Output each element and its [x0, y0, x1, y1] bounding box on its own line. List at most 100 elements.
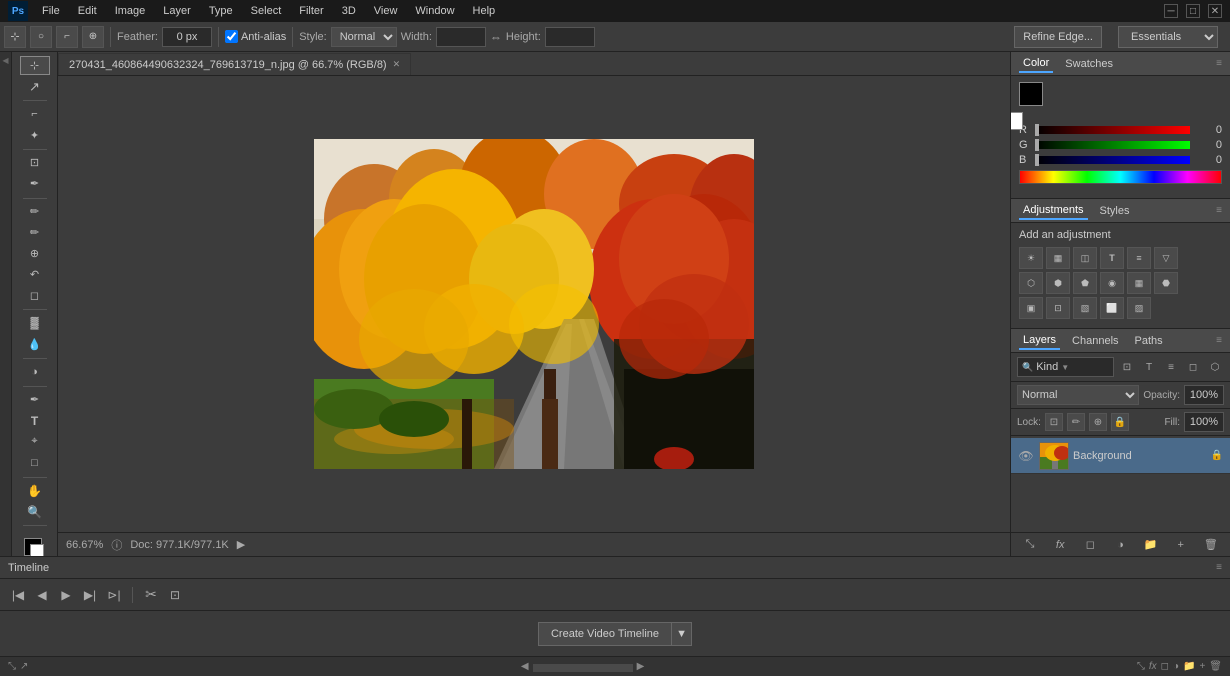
tool-eraser[interactable]: ◻: [20, 286, 50, 305]
tab-color[interactable]: Color: [1019, 55, 1053, 73]
minimize-button[interactable]: ─: [1164, 4, 1178, 18]
foreground-background-colors[interactable]: [20, 534, 50, 552]
menu-window[interactable]: Window: [407, 3, 462, 19]
canvas-wrapper[interactable]: [58, 76, 1010, 532]
panel-collapse[interactable]: ◀: [0, 52, 12, 556]
green-slider[interactable]: [1035, 141, 1190, 149]
bottom-scroll-left[interactable]: ◀: [521, 661, 529, 672]
tool-magic-wand[interactable]: ✦: [20, 126, 50, 145]
tool-marquee[interactable]: ⊹: [20, 56, 50, 75]
adj-color-balance[interactable]: ⬡: [1019, 272, 1043, 294]
tool-dodge[interactable]: ◑: [20, 363, 50, 382]
timeline-play[interactable]: ▶: [56, 585, 76, 605]
adj-vibrance[interactable]: ≡: [1127, 247, 1151, 269]
panel-folder-icon[interactable]: 📁: [1183, 661, 1195, 672]
layer-visibility-toggle[interactable]: 👁: [1017, 447, 1035, 465]
tab-channels[interactable]: Channels: [1068, 333, 1122, 349]
anti-alias-checkbox[interactable]: Anti-alias: [225, 30, 286, 43]
color-spectrum[interactable]: [1019, 170, 1222, 184]
adj-gradient-map[interactable]: ▧: [1073, 297, 1097, 319]
tab-layers[interactable]: Layers: [1019, 332, 1060, 350]
fill-input[interactable]: [1184, 412, 1224, 432]
panel-fx-icon[interactable]: fx: [1149, 661, 1157, 672]
layer-filter-smart[interactable]: ⬡: [1206, 358, 1224, 376]
menu-edit[interactable]: Edit: [70, 3, 105, 19]
adj-hue[interactable]: ▽: [1154, 247, 1178, 269]
tab-paths[interactable]: Paths: [1131, 333, 1167, 349]
adj-shadows[interactable]: ▨: [1127, 297, 1151, 319]
layer-adjustment-button[interactable]: ◑: [1111, 536, 1129, 554]
bottom-scroll-right[interactable]: ▶: [637, 661, 645, 672]
tab-styles[interactable]: Styles: [1096, 203, 1134, 219]
menu-select[interactable]: Select: [243, 3, 290, 19]
refine-edge-button[interactable]: Refine Edge...: [1014, 26, 1102, 48]
layer-link-button[interactable]: ⤡: [1021, 536, 1039, 554]
fore-back-swatches[interactable]: [1019, 82, 1059, 118]
layer-fx-button[interactable]: fx: [1051, 536, 1069, 554]
lock-transparent[interactable]: ⊡: [1045, 413, 1063, 431]
foreground-swatch[interactable]: [1019, 82, 1043, 106]
timeline-options[interactable]: ≡: [1216, 562, 1222, 573]
menu-3d[interactable]: 3D: [334, 3, 364, 19]
layer-filter-type[interactable]: ≡: [1162, 358, 1180, 376]
tool-hand[interactable]: ✋: [20, 481, 50, 500]
adj-bw[interactable]: ⬢: [1046, 272, 1070, 294]
layers-panel-options[interactable]: ≡: [1216, 335, 1222, 346]
timeline-prev[interactable]: ◀: [32, 585, 52, 605]
zoom-info-icon[interactable]: ⓘ: [111, 537, 122, 553]
tool-blur[interactable]: 💧: [20, 335, 50, 354]
adj-panel-options[interactable]: ≡: [1216, 205, 1222, 216]
tool-brush[interactable]: ✏: [20, 223, 50, 242]
create-video-timeline-arrow[interactable]: ▼: [672, 622, 692, 646]
layer-filter-shape[interactable]: ◻: [1184, 358, 1202, 376]
timeline-next[interactable]: ▶|: [80, 585, 100, 605]
panel-delete-icon[interactable]: 🗑: [1209, 661, 1222, 672]
color-panel-options[interactable]: ≡: [1216, 58, 1222, 69]
layer-filter-adjust[interactable]: T: [1140, 358, 1158, 376]
tool-path[interactable]: ⌖: [20, 432, 50, 451]
adj-posterize[interactable]: ▣: [1019, 297, 1043, 319]
width-height-swap[interactable]: ⇔: [490, 30, 502, 44]
menu-help[interactable]: Help: [465, 3, 504, 19]
menu-image[interactable]: Image: [107, 3, 154, 19]
maximize-button[interactable]: □: [1186, 4, 1200, 18]
selection-tool-lasso[interactable]: ⌐: [56, 26, 78, 48]
close-button[interactable]: ✕: [1208, 4, 1222, 18]
panel-link-icon[interactable]: ⤡: [1137, 661, 1145, 672]
tool-spot-heal[interactable]: ✏: [20, 202, 50, 221]
adj-channel-mixer[interactable]: ◉: [1100, 272, 1124, 294]
doc-size-arrow[interactable]: ▶: [237, 538, 245, 551]
selection-tool-magic[interactable]: ⊕: [82, 26, 104, 48]
adj-invert[interactable]: ⬣: [1154, 272, 1178, 294]
menu-file[interactable]: File: [34, 3, 68, 19]
adj-selective-color[interactable]: ⬜: [1100, 297, 1124, 319]
tool-eyedropper[interactable]: ✒: [20, 174, 50, 193]
tool-zoom[interactable]: 🔍: [20, 502, 50, 521]
style-select[interactable]: Normal: [331, 27, 397, 47]
panel-mask-icon[interactable]: ◻: [1161, 661, 1169, 672]
menu-layer[interactable]: Layer: [155, 3, 199, 19]
adj-levels[interactable]: ▦: [1046, 247, 1070, 269]
selection-tool-ellipse[interactable]: ○: [30, 26, 52, 48]
tab-adjustments[interactable]: Adjustments: [1019, 202, 1088, 220]
tool-shape[interactable]: □: [20, 453, 50, 472]
lock-all[interactable]: 🔒: [1111, 413, 1129, 431]
feather-input[interactable]: [162, 27, 212, 47]
panel-new-icon[interactable]: +: [1199, 661, 1205, 672]
height-input[interactable]: [545, 27, 595, 47]
tab-swatches[interactable]: Swatches: [1061, 56, 1117, 72]
width-input[interactable]: [436, 27, 486, 47]
lock-position[interactable]: ⊕: [1089, 413, 1107, 431]
menu-view[interactable]: View: [366, 3, 406, 19]
layer-mask-button[interactable]: ◻: [1081, 536, 1099, 554]
bottom-icon-1[interactable]: ⤡: [8, 661, 16, 672]
background-swatch[interactable]: [1010, 112, 1023, 130]
essentials-select[interactable]: Essentials: [1118, 26, 1218, 48]
menu-filter[interactable]: Filter: [291, 3, 331, 19]
timeline-start[interactable]: |◀: [8, 585, 28, 605]
layer-filter-pixel[interactable]: ⊡: [1118, 358, 1136, 376]
layer-group-button[interactable]: 📁: [1142, 536, 1160, 554]
adj-photo-filter[interactable]: ⬟: [1073, 272, 1097, 294]
selection-tool-rect[interactable]: ⊹: [4, 26, 26, 48]
tool-pen[interactable]: ✒: [20, 390, 50, 409]
